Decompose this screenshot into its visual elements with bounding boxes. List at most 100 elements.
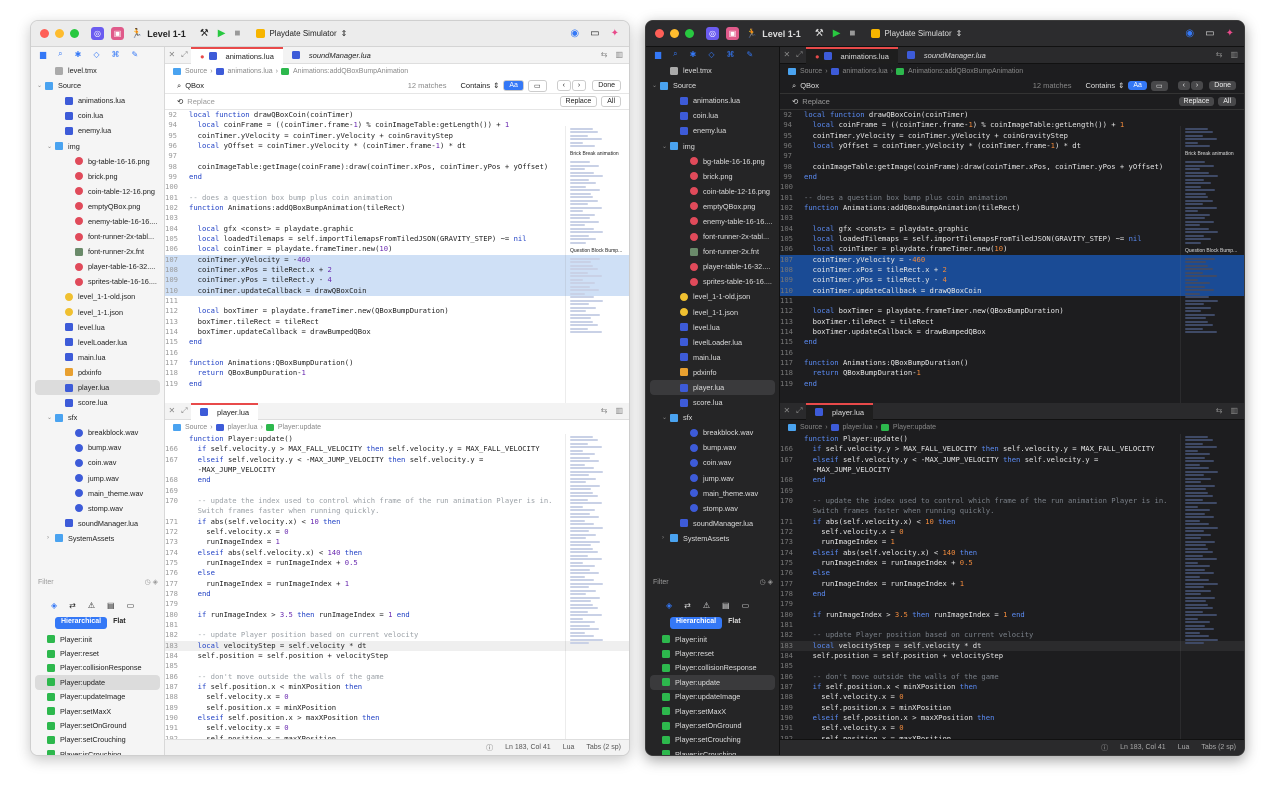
file-tree-item[interactable]: breakblock.wav: [31, 425, 164, 440]
shuffle-icon[interactable]: ⇄: [69, 601, 76, 610]
code-line[interactable]: 191 self.velocity.x = 0: [780, 723, 1244, 733]
file-tree-item[interactable]: coin.lua: [646, 108, 779, 123]
scheme-selector[interactable]: Playdate Simulator ⇕: [871, 29, 962, 38]
disclosure-chevron-icon[interactable]: ⌄: [47, 414, 55, 421]
expand-icon[interactable]: ⤢: [181, 406, 187, 416]
hierarchical-tab[interactable]: Hierarchical: [55, 617, 108, 629]
code-line[interactable]: 109 coinTimer.yPos = tileRect.y - 4: [165, 275, 629, 286]
layout-icon[interactable]: ▥: [1230, 50, 1238, 59]
code-line[interactable]: 188 self.velocity.x = 0: [780, 692, 1244, 702]
file-filter[interactable]: Filter ◷ ◈: [31, 575, 164, 589]
function-list-item[interactable]: Player:setMaxX: [646, 704, 779, 718]
window-icon[interactable]: ▭: [742, 601, 750, 610]
file-tree-item[interactable]: ⌄ img: [31, 138, 164, 153]
code-line[interactable]: 112 local boxTimer = playdate.frameTimer…: [165, 306, 629, 316]
disclosure-chevron-icon[interactable]: ⌄: [47, 143, 55, 150]
indent-selector[interactable]: Tabs (2 sp): [586, 744, 621, 751]
search-box[interactable]: ⌕ QBox 12 matches: [788, 79, 1085, 92]
code-line[interactable]: 183 local velocityStep = self.velocity *…: [780, 640, 1244, 651]
search-input[interactable]: QBox: [185, 81, 204, 90]
function-list-item[interactable]: Player:isCrouching: [646, 747, 779, 755]
file-tree-item[interactable]: coin-table-12-16.png: [31, 184, 164, 199]
function-list-item[interactable]: Player:update: [650, 675, 775, 690]
cursor-position[interactable]: Ln 183, Col 41: [1120, 744, 1166, 751]
code-editor-bottom[interactable]: function Player:update() 166 if self.velo…: [165, 434, 629, 742]
file-tree-item[interactable]: levelLoader.lua: [31, 335, 164, 350]
split-icon[interactable]: ⇆: [601, 406, 608, 415]
replace-box[interactable]: ⟲ Replace: [788, 95, 1175, 108]
regex-button[interactable]: ▭: [527, 79, 547, 92]
file-filter[interactable]: Filter ◷ ◈: [646, 575, 779, 589]
code-line[interactable]: 105 local loadedTilemaps = self.importTi…: [165, 234, 629, 244]
code-line[interactable]: 92 local function drawQBoxCoin(coinTimer): [780, 110, 1244, 120]
code-line[interactable]: 172 self.velocity.x = 0: [165, 527, 629, 537]
code-line[interactable]: 178 end: [165, 589, 629, 599]
zoom-window-button[interactable]: [70, 29, 79, 38]
code-line[interactable]: 182 -- update Player position based on c…: [165, 630, 629, 640]
asterisk-icon[interactable]: ✱: [690, 50, 697, 59]
function-list-item[interactable]: Player:update: [35, 675, 160, 690]
stop-button[interactable]: ■: [849, 28, 855, 39]
file-tree-item[interactable]: ⌄ sfx: [31, 410, 164, 425]
minimap[interactable]: Brick Break animation Question Block Bump…: [565, 126, 629, 403]
code-line[interactable]: 98 coinImageTable:getImage(coinFrame):dr…: [780, 162, 1244, 172]
file-tree-item[interactable]: main_theme.wav: [646, 486, 779, 501]
folder-icon[interactable]: ▆: [655, 50, 661, 59]
code-line[interactable]: 172 self.velocity.x = 0: [780, 527, 1244, 537]
code-line[interactable]: 173 runImageIndex = 1: [780, 537, 1244, 547]
language-selector[interactable]: Lua: [563, 744, 575, 751]
code-line[interactable]: 182 -- update Player position based on c…: [780, 630, 1244, 640]
close-window-button[interactable]: [40, 29, 49, 38]
function-list-item[interactable]: Player:collisionResponse: [31, 661, 164, 675]
stop-button[interactable]: ■: [234, 28, 240, 39]
breadcrumb-item[interactable]: player.lua: [228, 424, 258, 431]
code-line[interactable]: 171 if abs(self.velocity.x) < 10 then: [165, 517, 629, 527]
function-list-item[interactable]: Player:updateImage: [31, 690, 164, 704]
code-line[interactable]: 181: [165, 620, 629, 630]
breadcrumb-item[interactable]: Source: [185, 68, 207, 75]
code-line[interactable]: 119 end: [780, 379, 1244, 389]
code-line[interactable]: 95 coinTimer.yVelocity = coinTimer.yVelo…: [780, 131, 1244, 141]
hammer-icon[interactable]: ⚒: [200, 28, 209, 39]
app-icon[interactable]: ◎: [91, 27, 104, 40]
code-line[interactable]: 117 function Animations:QBoxBumpDuration(…: [780, 358, 1244, 368]
file-tree-item[interactable]: font-runner-2x-tabl...: [31, 229, 164, 244]
file-tree-item[interactable]: player.lua: [650, 379, 775, 396]
code-line[interactable]: 116: [780, 348, 1244, 358]
done-button[interactable]: Done: [1209, 81, 1236, 90]
function-list-item[interactable]: Player:init: [31, 632, 164, 646]
eye-icon[interactable]: ◉: [570, 28, 579, 39]
code-line[interactable]: 108 coinTimer.xPos = tileRect.x + 2: [780, 264, 1244, 276]
file-tree-item[interactable]: levelLoader.lua: [646, 335, 779, 350]
folder-icon[interactable]: ▆: [40, 50, 46, 59]
code-line[interactable]: 187 if self.position.x < minXPosition th…: [165, 682, 629, 692]
project-title[interactable]: Level 1-1: [762, 29, 801, 39]
replace-all-button[interactable]: All: [601, 96, 621, 107]
inspector-icon[interactable]: ▭: [1205, 28, 1214, 39]
file-tree-item[interactable]: stomp.wav: [31, 501, 164, 516]
close-window-button[interactable]: [655, 29, 664, 38]
code-line[interactable]: 99 end: [165, 172, 629, 182]
function-list-item[interactable]: Player:init: [646, 632, 779, 646]
search-input[interactable]: QBox: [800, 81, 819, 90]
file-tree-item[interactable]: player-table-16-32....: [31, 259, 164, 274]
code-line[interactable]: 104 local gfx <const> = playdate.graphic: [165, 224, 629, 234]
code-line[interactable]: 186 -- don't move outside the walls of t…: [780, 672, 1244, 682]
function-list-item[interactable]: Player:updateImage: [646, 690, 779, 704]
code-line[interactable]: 167 elseif self.velocity.y < -MAX_JUMP_V…: [165, 455, 629, 465]
prev-match-button[interactable]: ‹: [556, 80, 571, 91]
code-line[interactable]: Switch frames faster when running quickl…: [780, 506, 1244, 516]
function-list-item[interactable]: Player:setMaxX: [31, 704, 164, 718]
code-line[interactable]: 97: [165, 151, 629, 161]
code-line[interactable]: 179: [780, 599, 1244, 609]
code-line[interactable]: 98 coinImageTable:getImage(coinFrame):dr…: [165, 162, 629, 172]
breadcrumb-item[interactable]: Source: [185, 424, 207, 431]
replace-box[interactable]: ⟲ Replace: [173, 95, 556, 108]
search-icon[interactable]: ⌕: [673, 49, 677, 59]
breadcrumb-item[interactable]: Animations:addQBoxBumpAnimation: [908, 68, 1023, 75]
next-match-button[interactable]: ›: [1190, 81, 1204, 90]
warning-icon[interactable]: ⚠: [88, 601, 95, 610]
file-tree-item[interactable]: sprites-table-16-16....: [31, 274, 164, 289]
code-editor-top[interactable]: 92 local function drawQBoxCoin(coinTimer)…: [780, 110, 1244, 389]
breadcrumb-item[interactable]: animations.lua: [843, 68, 888, 75]
